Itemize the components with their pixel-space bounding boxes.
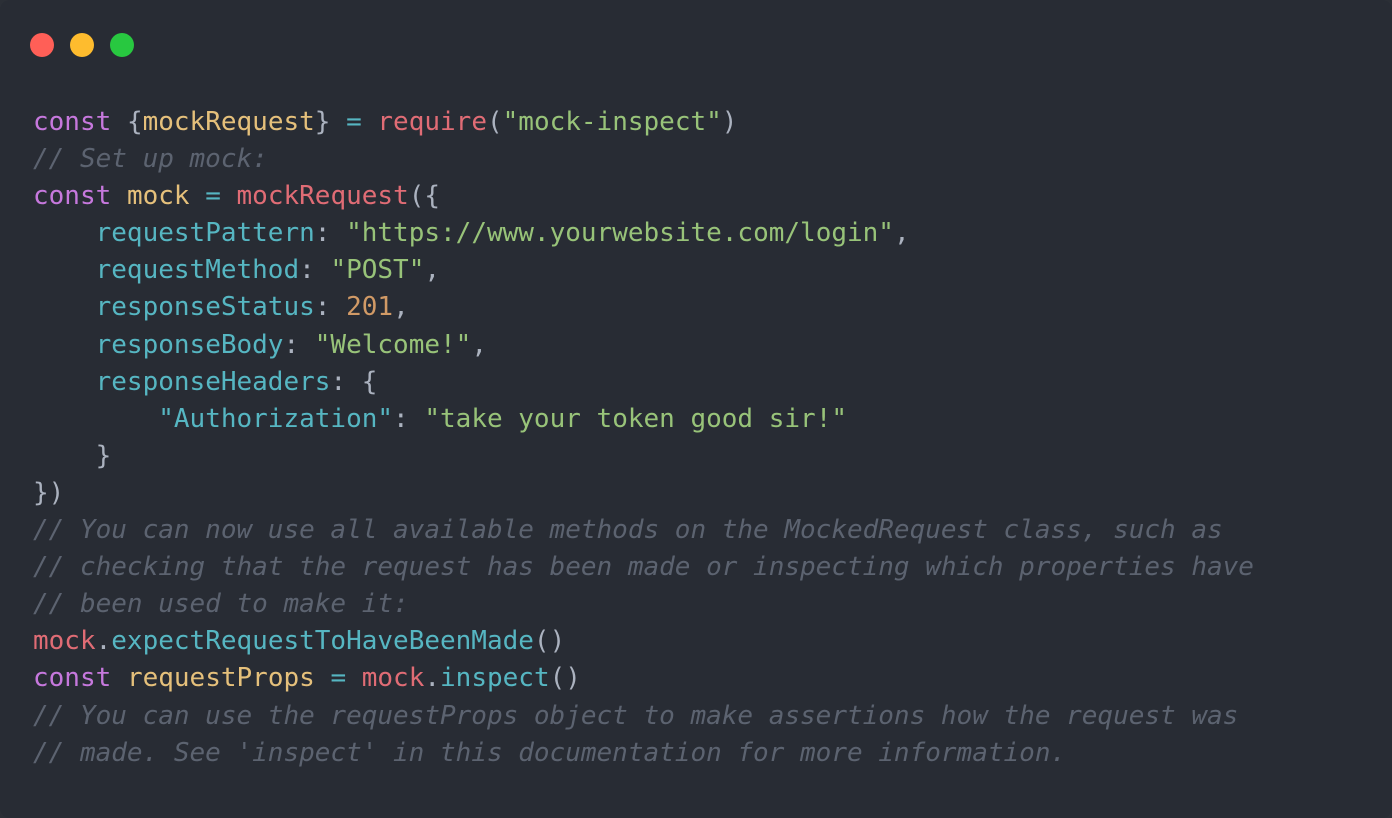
code-token: : { [330,366,378,397]
code-token: , [424,255,441,286]
code-token: // Set up mock: [33,144,268,175]
code-token: inspect [440,663,550,694]
code-token: requestMethod [95,255,300,286]
code-line: const {mockRequest} = require("mock-insp… [33,104,1254,141]
code-token: } [95,440,112,471]
code-token: . [95,626,112,657]
code-token: responseHeaders [95,366,331,397]
code-token: }) [33,477,65,508]
code-line: requestPattern: "https://www.yourwebsite… [33,215,1254,252]
code-token: mockRequest [236,181,409,212]
code-line: // You can use the requestProps object t… [33,698,1254,735]
code-token: () [533,626,566,657]
code-token: responseBody [95,329,284,360]
code-line: // been used to make it: [33,586,1254,623]
code-token: , [893,218,910,249]
code-token: "take your token good sir!" [424,403,847,434]
code-token: ) [721,107,738,137]
code-line: responseBody: "Welcome!", [33,327,1254,364]
code-line: const mock = mockRequest({ [33,178,1254,215]
code-line: }) [33,475,1254,512]
window-controls [30,33,134,57]
code-token: ( [486,107,503,137]
code-window: const {mockRequest} = require("mock-insp… [0,0,1392,818]
code-token: : [393,403,425,434]
minimize-dot-icon[interactable] [70,33,94,57]
code-token: = [205,181,221,212]
code-token: // made. See 'inspect' in this documenta… [33,737,1067,768]
code-token: const [33,663,112,694]
code-token: : [299,255,331,286]
code-token: "https://www.yourwebsite.com/login" [346,218,894,249]
code-token: () [549,663,581,694]
code-token: : [283,329,315,360]
code-token: = [346,107,362,137]
code-token: // checking that the request has been ma… [33,552,1254,583]
code-token: mockRequest [142,107,315,137]
code-token: . [424,663,441,694]
code-token: require [377,107,487,137]
code-line: const requestProps = mock.inspect() [33,660,1254,697]
code-token: ({ [408,181,441,212]
code-line: // made. See 'inspect' in this documenta… [33,735,1254,772]
code-token: 201 [346,292,394,323]
code-token: requestProps [126,663,315,694]
code-line: "Authorization": "take your token good s… [33,401,1254,438]
code-token: { [126,107,143,137]
code-line: mock.expectRequestToHaveBeenMade() [33,623,1254,660]
code-token: , [471,329,487,360]
code-token: mock [126,181,190,212]
close-dot-icon[interactable] [30,33,54,57]
code-token: "mock-inspect" [502,107,722,137]
code-line: responseHeaders: { [33,364,1254,401]
code-token: // been used to make it: [33,589,409,620]
code-line: // Set up mock: [33,141,1254,178]
code-line: // You can now use all available methods… [33,512,1254,549]
code-line: } [33,438,1254,475]
code-token: : [314,292,347,323]
code-block: const {mockRequest} = require("mock-insp… [33,104,1254,772]
code-token: const [33,107,112,137]
code-token: } [314,107,331,137]
code-token: "Welcome!" [314,329,472,360]
code-token: // You can use the requestProps object t… [33,700,1239,731]
code-token: requestPattern [95,218,315,249]
code-token: // You can now use all available methods… [33,515,1223,546]
code-token: : [314,218,347,249]
code-token: const [33,181,112,212]
code-token: = [330,663,347,694]
code-token: mock [361,663,425,694]
code-token: expectRequestToHaveBeenMade [111,626,534,657]
code-line: responseStatus: 201, [33,289,1254,326]
code-token: responseStatus [95,292,315,323]
maximize-dot-icon[interactable] [110,33,134,57]
code-line: // checking that the request has been ma… [33,549,1254,586]
code-line: requestMethod: "POST", [33,252,1254,289]
code-token: "Authorization" [158,403,394,434]
code-token: , [393,292,409,323]
code-token: mock [33,626,96,657]
code-token: "POST" [330,255,425,286]
